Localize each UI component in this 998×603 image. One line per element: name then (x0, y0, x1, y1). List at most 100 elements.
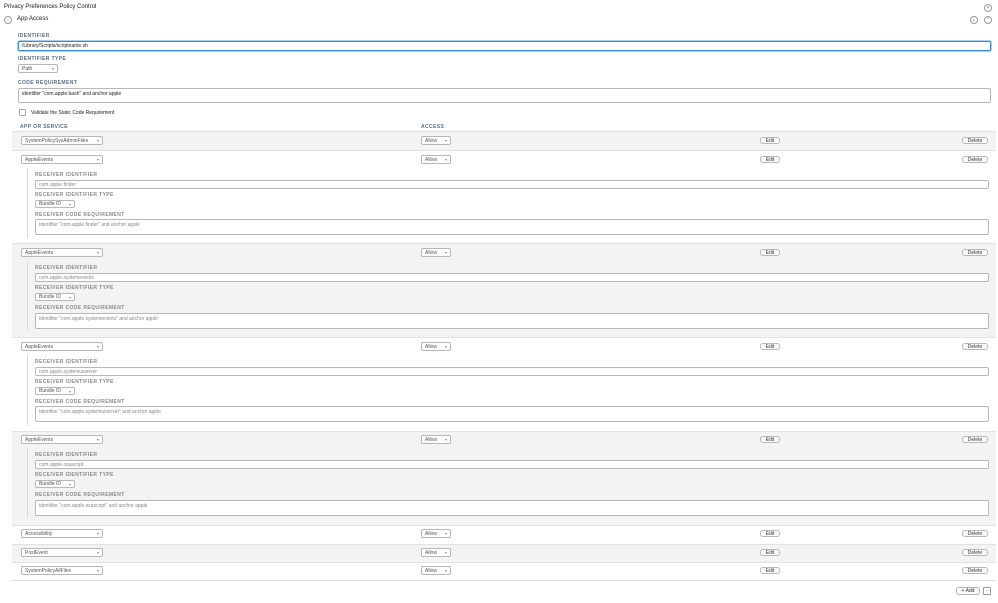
access-select[interactable]: Allow ▾ (421, 342, 451, 351)
indent-line (27, 168, 28, 238)
receiver-identifier-type-label: RECEIVER IDENTIFIER TYPE (35, 472, 114, 478)
validate-label: Validate the Static Code Requirement (31, 110, 115, 116)
access-value: Allow (425, 549, 437, 556)
access-select[interactable]: Allow ▾ (421, 248, 451, 257)
service-select[interactable]: Accessibility ▾ (21, 529, 103, 538)
delete-button[interactable]: Delete (962, 530, 988, 537)
access-value: Allow (425, 137, 437, 144)
chevron-down-icon: ▾ (51, 66, 54, 71)
access-select[interactable]: Allow ▾ (421, 566, 451, 575)
move-up-icon[interactable]: ⌃ (984, 16, 992, 24)
receiver-identifier-input[interactable]: com.apple.finder (35, 180, 989, 189)
service-select[interactable]: PostEvent ▾ (21, 548, 103, 557)
service-value: AppleEvents (25, 249, 54, 256)
receiver-code-requirement-label: RECEIVER CODE REQUIREMENT (35, 305, 125, 311)
code-requirement-textarea[interactable]: identifier "com.apple.bash" and anchor a… (18, 88, 991, 103)
receiver-type-value: Bundle ID (39, 201, 61, 207)
access-select[interactable]: Allow ▾ (421, 136, 451, 145)
access-select[interactable]: Allow ▾ (421, 548, 451, 557)
service-select[interactable]: SystemPolicyAllFiles ▾ (21, 566, 103, 575)
delete-button[interactable]: Delete (962, 567, 988, 574)
chevron-down-icon: ▾ (96, 437, 99, 442)
chevron-down-icon: ▾ (444, 138, 447, 143)
receiver-type-select[interactable]: Bundle ID ▾ (35, 387, 75, 395)
access-value: Allow (425, 249, 437, 256)
receiver-identifier-type-label: RECEIVER IDENTIFIER TYPE (35, 379, 114, 385)
receiver-identifier-label: RECEIVER IDENTIFIER (35, 359, 98, 365)
table-row (12, 544, 996, 562)
code-requirement-label: CODE REQUIREMENT (18, 80, 78, 86)
edit-button[interactable]: Edit (760, 530, 780, 537)
service-select[interactable]: AppleEvents ▾ (21, 435, 103, 444)
service-value: AppleEvents (25, 436, 54, 443)
validate-checkbox[interactable] (19, 109, 26, 116)
edit-button[interactable]: Edit (760, 436, 780, 443)
receiver-type-select[interactable]: Bundle ID ▾ (35, 480, 75, 488)
service-select[interactable]: AppleEvents ▾ (21, 248, 103, 257)
delete-button[interactable]: Delete (962, 343, 988, 350)
receiver-identifier-input[interactable]: com.apple.osascript (35, 460, 989, 469)
receiver-type-value: Bundle ID (39, 388, 61, 394)
receiver-identifier-input[interactable]: com.apple.systemuiserver (35, 367, 989, 376)
delete-button[interactable]: Delete (962, 137, 988, 144)
move-down-icon[interactable]: ⌄ (970, 16, 978, 24)
receiver-type-value: Bundle ID (39, 481, 61, 487)
access-select[interactable]: Allow ▾ (421, 529, 451, 538)
add-button[interactable]: + Add (956, 587, 980, 595)
col-access: ACCESS (421, 124, 445, 130)
identifier-input[interactable]: /Library/Scripts/scriptname.sh (18, 41, 991, 51)
access-select[interactable]: Allow ▾ (421, 155, 451, 164)
chevron-down-icon: ▾ (96, 250, 99, 255)
table-row (12, 131, 996, 150)
chevron-down-icon: ▾ (96, 550, 99, 555)
receiver-type-select[interactable]: Bundle ID ▾ (35, 293, 75, 301)
receiver-identifier-label: RECEIVER IDENTIFIER (35, 265, 98, 271)
edit-button[interactable]: Edit (760, 156, 780, 163)
receiver-code-requirement-textarea[interactable]: identifier "com.apple.systemuiserver" an… (35, 406, 989, 422)
edit-button[interactable]: Edit (760, 249, 780, 256)
chevron-down-icon: ▾ (96, 138, 99, 143)
edit-button[interactable]: Edit (760, 137, 780, 144)
receiver-type-select[interactable]: Bundle ID ▾ (35, 200, 75, 208)
close-icon[interactable]: × (984, 4, 992, 12)
identifier-type-select[interactable]: Path ▾ (18, 64, 58, 73)
chevron-down-icon: ▾ (68, 481, 71, 487)
access-value: Allow (425, 530, 437, 537)
chevron-down-icon: ▾ (68, 201, 71, 207)
delete-button[interactable]: Delete (962, 436, 988, 443)
collapse-icon[interactable]: − (4, 16, 12, 24)
col-app-or-service: APP OR SERVICE (20, 124, 68, 130)
delete-button[interactable]: Delete (962, 156, 988, 163)
service-select[interactable]: AppleEvents ▾ (21, 155, 103, 164)
receiver-code-requirement-label: RECEIVER CODE REQUIREMENT (35, 399, 125, 405)
edit-button[interactable]: Edit (760, 549, 780, 556)
edit-button[interactable]: Edit (760, 343, 780, 350)
access-value: Allow (425, 343, 437, 350)
identifier-label: IDENTIFIER (18, 33, 50, 39)
chevron-down-icon: ▾ (444, 550, 447, 555)
service-select[interactable]: AppleEvents ▾ (21, 342, 103, 351)
service-select[interactable]: SystemPolicySysAdminFiles ▾ (21, 136, 103, 145)
chevron-down-icon: ▾ (444, 437, 447, 442)
access-select[interactable]: Allow ▾ (421, 435, 451, 444)
window-title: Privacy Preferences Policy Control (4, 4, 97, 10)
service-value: SystemPolicyAllFiles (25, 567, 72, 574)
chevron-down-icon: ▾ (444, 250, 447, 255)
receiver-identifier-label: RECEIVER IDENTIFIER (35, 452, 98, 458)
receiver-code-requirement-textarea[interactable]: identifier "com.apple.finder" and anchor… (35, 219, 989, 235)
receiver-code-requirement-label: RECEIVER CODE REQUIREMENT (35, 212, 125, 218)
delete-button[interactable]: Delete (962, 249, 988, 256)
indent-line (27, 355, 28, 425)
receiver-identifier-input[interactable]: com.apple.systemevents (35, 273, 989, 282)
receiver-identifier-type-label: RECEIVER IDENTIFIER TYPE (35, 285, 114, 291)
receiver-code-requirement-textarea[interactable]: identifier "com.apple.systemevents" and … (35, 313, 989, 329)
receiver-code-requirement-textarea[interactable]: identifier "com.apple.osascript" and anc… (35, 500, 989, 516)
edit-button[interactable]: Edit (760, 567, 780, 574)
service-value: SystemPolicySysAdminFiles (25, 137, 89, 144)
trash-icon[interactable]: ▫ (983, 587, 991, 595)
delete-button[interactable]: Delete (962, 549, 988, 556)
indent-line (27, 261, 28, 331)
chevron-down-icon: ▾ (444, 157, 447, 162)
indent-line (27, 448, 28, 518)
chevron-down-icon: ▾ (68, 294, 71, 300)
